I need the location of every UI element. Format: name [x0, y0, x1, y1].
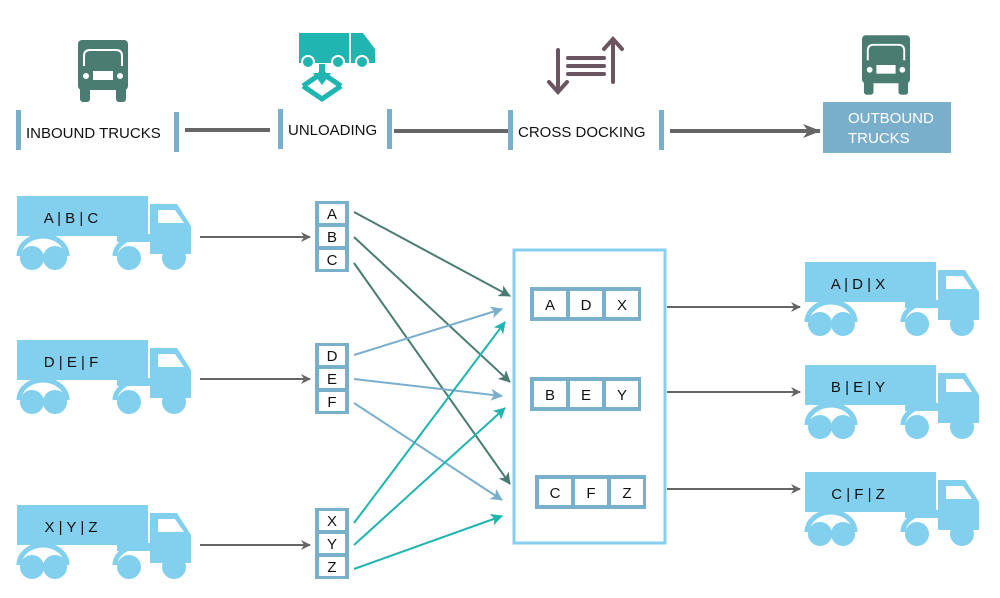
stack-cell-label: B [327, 229, 337, 246]
stage-label-line1: OUTBOUND [848, 110, 934, 127]
stack-cell-label: C [327, 252, 338, 269]
cross-docking-diagram: INBOUND TRUCKS UNLOADING CROSS DOCKING O… [0, 33, 1000, 598]
group-cell-label: Y [617, 387, 627, 404]
stage-cross-docking: CROSS DOCKING [508, 110, 664, 150]
flow-arrow-b [353, 236, 511, 383]
cross-docking-arrows-icon [547, 36, 624, 95]
stack-cell-label: A [327, 206, 337, 223]
flow-arrow-x [353, 321, 506, 524]
outbound-truck: B | E | Y [805, 365, 979, 439]
flow-arrow-c [353, 262, 511, 485]
stack-cell-label: Y [327, 536, 337, 553]
group-cell-label: X [617, 297, 627, 314]
stack-cell-label: X [327, 513, 337, 530]
cross-dock-group: CFZ [535, 475, 646, 509]
flow-arrow-e [353, 378, 503, 401]
stack-cell-label: Z [327, 559, 336, 576]
inbound-truck: A | B | C [17, 196, 191, 270]
group-cell-label: D [581, 297, 592, 314]
flow-arrow-a [353, 211, 511, 297]
inbound-truck: X | Y | Z [17, 505, 191, 579]
flow-arrow-d [353, 306, 503, 356]
stage-unloading: UNLOADING [278, 109, 392, 149]
stage-label: UNLOADING [288, 122, 377, 139]
stack-cell-label: D [327, 348, 338, 365]
outbound-truck-icon [861, 34, 911, 96]
stack-cell-label: F [327, 394, 336, 411]
inbound-truck-icon [77, 39, 129, 103]
cross-dock-group: BEY [530, 377, 641, 411]
flow-arrow-y [353, 407, 506, 546]
stack-cell-label: E [327, 371, 337, 388]
group-cell-label: Z [622, 485, 631, 502]
group-cell-label: A [545, 297, 555, 314]
group-cell-label: C [550, 485, 561, 502]
stage-outbound-trucks: OUTBOUND TRUCKS [823, 102, 951, 153]
truck-label: X | Y | Z [44, 519, 97, 536]
unloading-truck-icon [299, 33, 375, 103]
flow-arrow-f [353, 402, 503, 501]
unloaded-stack: DEF [315, 343, 349, 414]
stage-label-line2: TRUCKS [848, 130, 910, 147]
group-cell-label: E [581, 387, 591, 404]
outbound-truck: C | F | Z [805, 472, 979, 546]
truck-label: C | F | Z [831, 486, 885, 503]
stage-label: CROSS DOCKING [518, 124, 646, 141]
group-cell-label: F [586, 485, 595, 502]
cross-dock-group: ADX [530, 287, 641, 321]
truck-label: B | E | Y [831, 379, 885, 396]
group-cell-label: B [545, 387, 555, 404]
truck-label: D | E | F [44, 354, 98, 371]
unloaded-stack: XYZ [315, 508, 349, 579]
flow-arrows [353, 211, 511, 570]
unloaded-stack: ABC [315, 201, 349, 272]
truck-label: A | B | C [44, 210, 99, 227]
stage-label: INBOUND TRUCKS [26, 125, 161, 142]
truck-label: A | D | X [831, 276, 885, 293]
inbound-truck: D | E | F [17, 340, 191, 414]
stage-inbound-trucks: INBOUND TRUCKS [16, 110, 179, 152]
outbound-truck: A | D | X [805, 262, 979, 336]
